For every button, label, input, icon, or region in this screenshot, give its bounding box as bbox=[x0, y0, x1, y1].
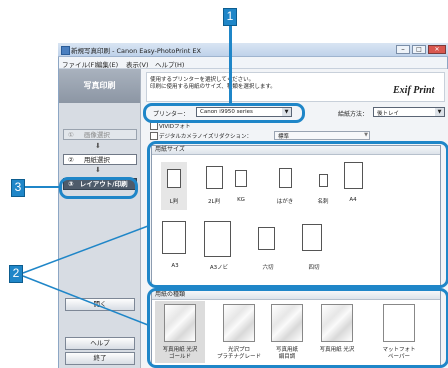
callout-3: 3 bbox=[11, 179, 25, 197]
layout-step-highlight-ring bbox=[59, 177, 138, 199]
callout-leader-line bbox=[24, 186, 60, 188]
leader-to-type-panel bbox=[22, 275, 149, 326]
leader-to-size-panel bbox=[22, 225, 149, 274]
